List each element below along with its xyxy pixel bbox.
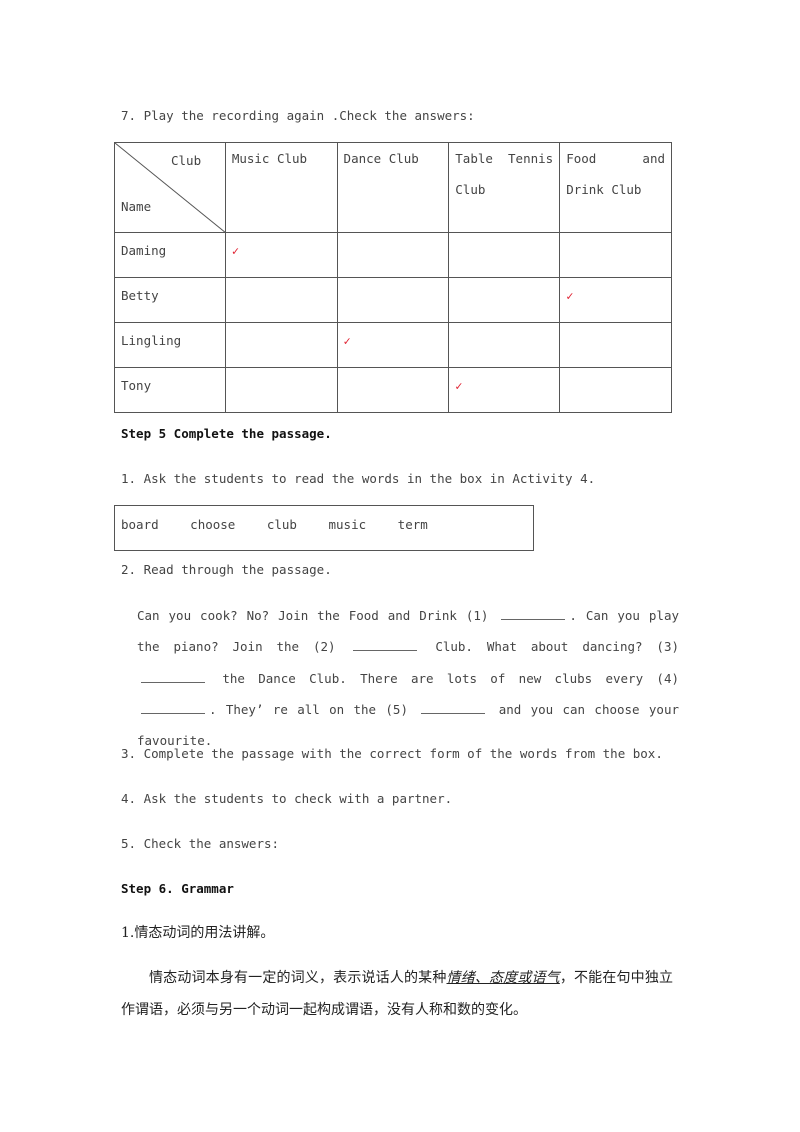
table-header-row: Club Name Music Club Dance Club Table Ten… [114, 142, 672, 233]
col-header-tt-line2: Club [455, 182, 486, 197]
col-header-tt-word2: Tennis [508, 151, 554, 166]
passage: Can you cook? No? Join the Food and Drin… [137, 600, 679, 756]
table-row: Betty ✓ [114, 277, 672, 323]
check-icon: ✓ [455, 379, 463, 393]
passage-text: Club. What about dancing? (3) [435, 639, 679, 655]
col-header-tt-word1: Table [455, 151, 493, 166]
word: music [328, 517, 367, 532]
step5-item4: 4. Ask the students to check with a part… [121, 791, 453, 806]
blank-1[interactable] [501, 609, 566, 620]
col-header-fd-word1: Food [566, 151, 597, 166]
step5-item2: 2. Read through the passage. [121, 562, 332, 577]
para-text: 情态动词本身有一定的词义，表示说话人的某种 [149, 970, 447, 986]
step5-item1: 1. Ask the students to read the words in… [121, 471, 596, 486]
col-header-dance: Dance Club [336, 142, 450, 233]
blank-3[interactable] [141, 672, 205, 683]
check-cell [336, 277, 450, 323]
check-cell [559, 232, 672, 278]
check-cell [559, 322, 672, 368]
passage-text: the Dance Club. There are lots of new cl… [222, 670, 679, 686]
check-icon: ✓ [566, 289, 574, 303]
row-name: Daming [114, 232, 226, 278]
check-cell: ✓ [559, 277, 672, 323]
word: term [397, 517, 428, 532]
blank-4[interactable] [141, 703, 205, 714]
step6-item1: 1.情态动词的用法讲解。 [121, 925, 275, 941]
check-cell [224, 367, 338, 413]
col-header-table-tennis: Table Tennis Club [448, 142, 561, 233]
para-underlined: 情绪、态度或语气 [446, 970, 560, 986]
col-header-food-drink: Food and Drink Club [559, 142, 672, 233]
check-cell [448, 277, 561, 323]
check-cell [336, 232, 450, 278]
passage-text: Can you cook? No? Join the Food and Drin… [137, 608, 489, 623]
corner-header-cell: Club Name [114, 142, 226, 233]
check-cell: ✓ [336, 322, 450, 368]
table-row: Lingling ✓ [114, 322, 672, 368]
col-header-dance-text: Dance Club [343, 151, 419, 166]
passage-text: . They’ re all on the (5) [209, 701, 408, 717]
row-name: Tony [114, 367, 226, 413]
check-cell: ✓ [448, 367, 561, 413]
corner-name-label: Name [121, 199, 152, 214]
blank-2[interactable] [353, 640, 418, 652]
col-header-fd-line2: Drink Club [566, 182, 642, 197]
check-cell [448, 322, 561, 368]
check-cell [224, 322, 338, 368]
corner-club-label: Club [171, 153, 202, 168]
table-row: Daming ✓ [114, 232, 672, 278]
club-answer-table: Club Name Music Club Dance Club Table Ten… [114, 142, 672, 413]
check-cell [336, 367, 450, 413]
word: club [266, 517, 297, 532]
word-box: board choose club music term [114, 505, 534, 551]
check-cell: ✓ [224, 232, 338, 278]
section7-title: 7. Play the recording again .Check the a… [121, 108, 475, 123]
word: choose [190, 517, 236, 532]
check-icon: ✓ [231, 244, 240, 258]
blank-5[interactable] [421, 703, 486, 714]
word: board [121, 517, 159, 532]
step5-item3: 3. Complete the passage with the correct… [121, 746, 663, 761]
check-cell [559, 367, 672, 413]
col-header-music-text: Music Club [231, 151, 308, 166]
step5-title: Step 5 Complete the passage. [121, 426, 332, 441]
check-cell [224, 277, 338, 323]
check-cell [448, 232, 561, 278]
check-icon: ✓ [343, 334, 351, 348]
row-name: Betty [114, 277, 226, 323]
table-row: Tony ✓ [114, 367, 672, 413]
word-list: board choose club music term [121, 517, 452, 532]
row-name: Lingling [114, 322, 226, 368]
step5-item5: 5. Check the answers: [121, 836, 280, 851]
col-header-music: Music Club [224, 142, 338, 233]
step6-title: Step 6. Grammar [121, 881, 234, 896]
step6-paragraph: 情态动词本身有一定的词义，表示说话人的某种情绪、态度或语气，不能在句中独立作谓语… [121, 962, 673, 1026]
col-header-fd-word2: and [642, 151, 665, 166]
